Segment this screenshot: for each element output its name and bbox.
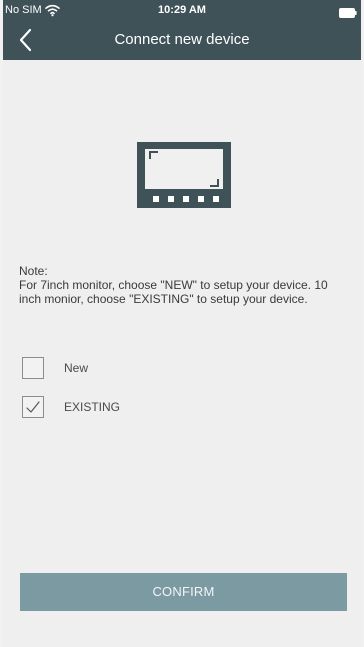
confirm-button[interactable]: CONFIRM	[20, 573, 347, 611]
monitor-icon-svg	[137, 142, 231, 208]
checkmark-icon	[26, 401, 40, 413]
existing-option-label: EXISTING	[64, 400, 121, 414]
page-title: Connect new device	[114, 31, 250, 48]
app-screen: No SIM 10:29 AM Connect new device Note:…	[3, 0, 361, 647]
existing-option[interactable]: EXISTING	[22, 395, 222, 419]
status-bar: No SIM 10:29 AM	[3, 0, 361, 22]
new-checkbox[interactable]	[22, 357, 44, 379]
new-option[interactable]: New	[22, 356, 222, 380]
note-title: Note:	[19, 264, 48, 278]
existing-checkbox[interactable]	[22, 396, 44, 418]
status-time: 10:29 AM	[158, 4, 206, 16]
note-text: For 7inch monitor, choose "NEW" to setup…	[19, 278, 328, 306]
battery-icon-svg	[339, 8, 357, 18]
battery-icon	[339, 5, 357, 18]
note-block: Note: For 7inch monitor, choose "NEW" to…	[19, 264, 349, 306]
new-option-label: New	[64, 361, 89, 375]
monitor-icon	[137, 142, 231, 208]
navigation-bar: Connect new device	[3, 22, 361, 60]
top-bar: No SIM 10:29 AM Connect new device	[3, 0, 361, 60]
